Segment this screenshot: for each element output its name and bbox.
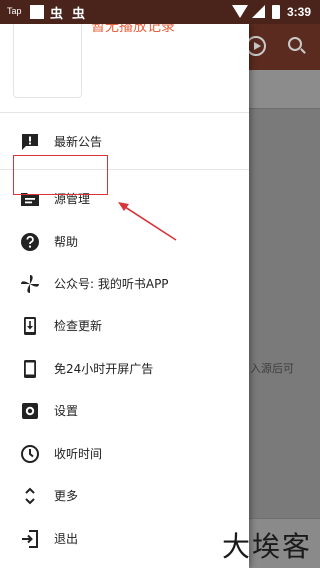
status-bar: Tap 虫 虫 3:39: [0, 0, 320, 24]
watermark: 大埃客: [222, 530, 313, 563]
menu-item-label: 免24小时开屏广告: [54, 362, 154, 376]
phone-icon: [24, 360, 36, 378]
menu-item-listening-time[interactable]: 收听时间: [0, 433, 249, 475]
app-notification-icon: 虫: [50, 7, 64, 22]
menu-item-label: 帮助: [54, 235, 79, 249]
gear-icon: [22, 403, 38, 419]
menu-item-label: 更多: [54, 489, 79, 503]
menu-item-wechat-account[interactable]: 公众号: 我的听书APP: [0, 263, 249, 305]
menu-item-help[interactable]: 帮助: [0, 221, 249, 263]
notification-square-icon: [30, 5, 44, 19]
search-icon[interactable]: [288, 37, 302, 51]
wifi-icon: [232, 5, 248, 18]
notice-icon: [22, 134, 38, 150]
menu-item-check-update[interactable]: 检查更新: [0, 305, 249, 347]
menu-item-more[interactable]: 更多: [0, 475, 249, 517]
help-icon: [21, 233, 39, 251]
timer-icon: [21, 445, 39, 463]
app-notification-icon: 虫: [72, 7, 86, 22]
menu-item-settings[interactable]: 设置: [0, 390, 249, 432]
carrier-label: Tap: [7, 6, 22, 16]
navigation-drawer: 暂无播放记录 最新公告 源管理 帮助 公众号: 我的听书APP 检查更新 免24…: [0, 19, 249, 568]
pinwheel-icon: [21, 275, 39, 293]
battery-icon: [272, 5, 280, 19]
menu-item-no-splash-ads[interactable]: 免24小时开屏广告: [0, 348, 249, 390]
exit-icon: [22, 530, 38, 548]
play-history-icon[interactable]: [246, 36, 266, 56]
background-hint-text: 入源后可: [250, 362, 294, 375]
divider: [0, 112, 249, 113]
status-time: 3:39: [287, 5, 312, 19]
menu-item-label: 公众号: 我的听书APP: [54, 277, 169, 291]
menu-item-exit[interactable]: 退出: [0, 518, 249, 560]
expand-icon: [25, 487, 35, 505]
menu-item-label: 退出: [54, 532, 79, 546]
drawer-header: 暂无播放记录: [0, 19, 249, 112]
signal-icon: [252, 5, 265, 18]
recent-play-cover[interactable]: [13, 24, 82, 98]
menu-item-label: 最新公告: [54, 135, 103, 149]
highlight-box: [13, 155, 108, 195]
menu-item-label: 设置: [54, 404, 79, 418]
download-phone-icon: [24, 317, 36, 335]
menu-item-label: 收听时间: [54, 447, 103, 461]
menu-item-label: 检查更新: [54, 319, 103, 333]
